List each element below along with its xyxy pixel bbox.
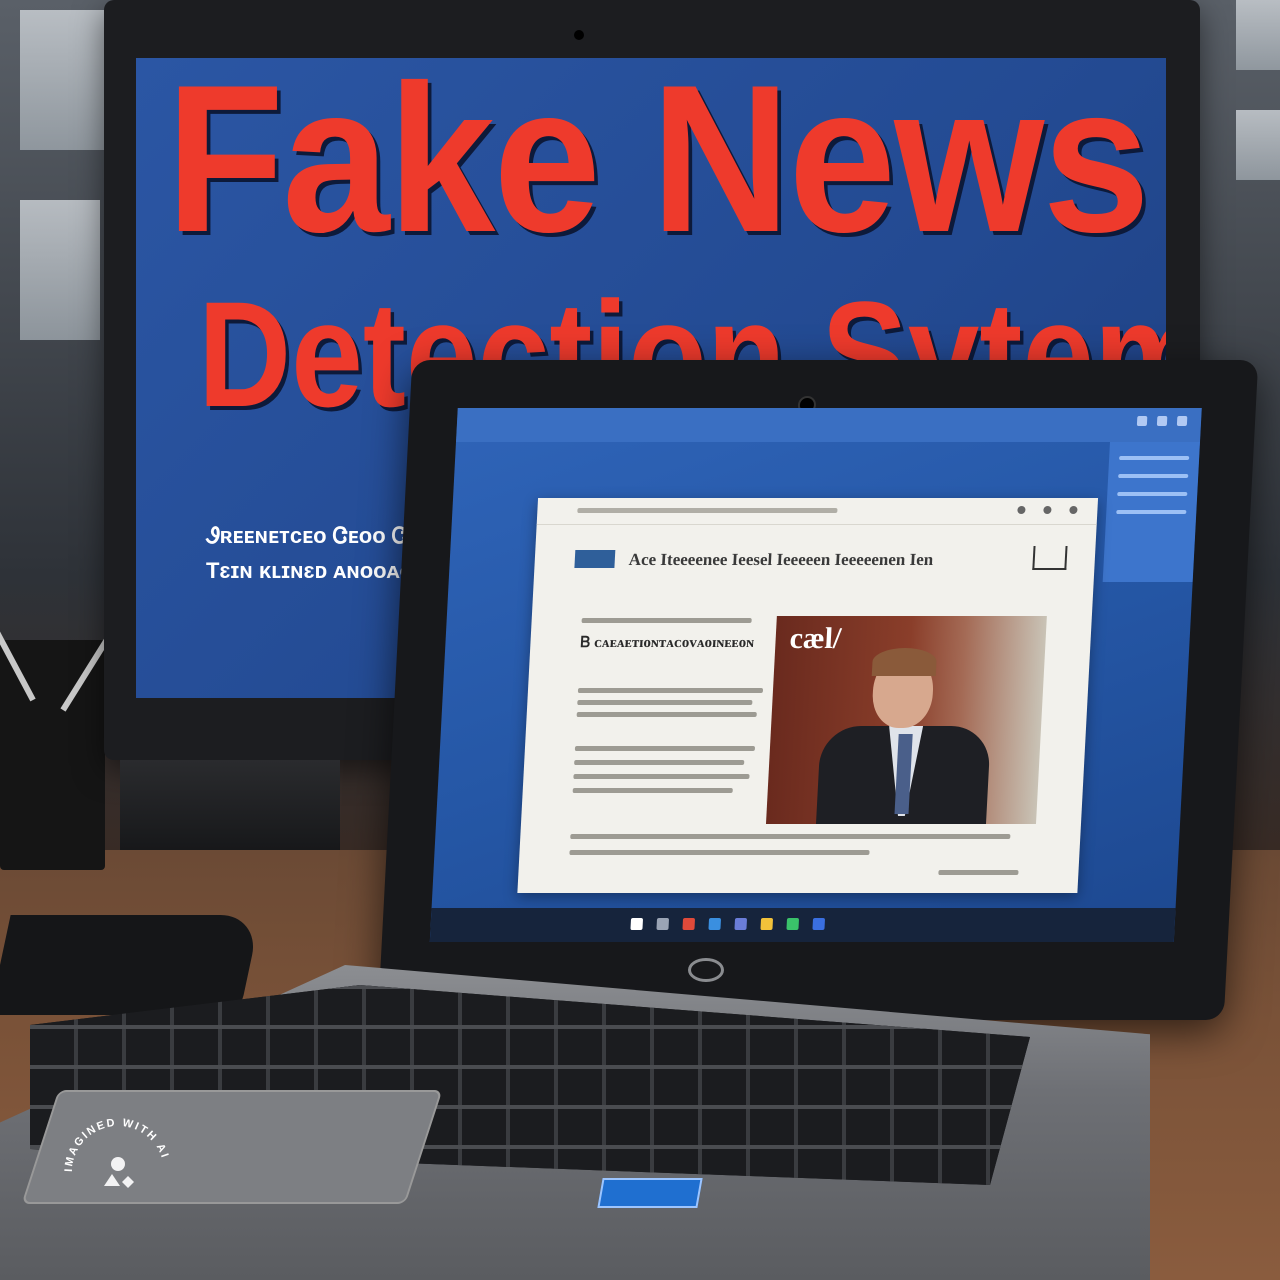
article-header [536,498,1099,525]
app-icon[interactable] [786,918,800,930]
app-icon[interactable] [734,918,748,930]
article-heading: Ace Iteeeenee Ieesel Ieeeeen Ieeeeenen I… [628,550,934,569]
app-icon[interactable] [708,918,722,930]
minimize-icon[interactable] [1136,416,1148,426]
laptop-screen: Ace Iteeeenee Ieesel Ieeeeen Ieeeeenen I… [429,408,1202,942]
laptop-lid: Ace Iteeeenee Ieesel Ieeeeen Ieeeeenen I… [377,360,1259,1020]
dot-icon[interactable] [1069,506,1078,514]
window-controls [1136,416,1188,426]
watermark-badge-icon: IMAGINED WITH AI [63,1117,169,1188]
pen-holder [0,592,130,870]
side-panel-item [1116,510,1187,514]
dot-icon[interactable] [1017,506,1026,514]
app-icon[interactable] [682,918,696,930]
pen [0,592,36,702]
text-line [577,688,764,693]
watermark: IMAGINED WITH AI [58,1112,178,1232]
window-pane [1236,0,1280,70]
text-line [576,712,757,717]
text-line [570,834,1011,839]
text-line [574,760,745,765]
app-icon[interactable] [812,918,826,930]
window-titlebar [455,408,1202,442]
photo-label: cæl/ [788,622,843,655]
text-line [573,774,750,779]
text-line [938,870,1019,875]
site-logo[interactable] [574,550,616,568]
news-photo[interactable]: cæl/ [765,616,1047,824]
side-panel [1102,442,1200,582]
side-panel-item [1118,474,1189,478]
start-icon[interactable] [630,918,644,930]
news-article-window: Ace Iteeeenee Ieesel Ieeeeen Ieeeeenen I… [517,498,1099,893]
monitor-subtitle: Ꮽʀᴇᴇɴᴇᴛᴄᴇᴏ Ꮳᴇᴏᴏ Ꮳᴇᴇ [206,523,429,548]
window-pane [1236,110,1280,180]
article-subhead: Ᏼ ᴄᴀᴇᴀᴇᴛɪᴏɴᴛᴀᴄᴏᴠᴀᴏɪɴᴇᴇᴏɴ [580,635,755,651]
text-line [572,788,733,793]
article-header-text [577,508,838,513]
dot-icon[interactable] [1043,506,1052,514]
close-icon[interactable] [1176,416,1188,426]
processor-sticker [597,1178,703,1208]
person-hair [871,648,938,676]
laptop-brand-logo [688,958,724,982]
monitor-stand [120,760,340,850]
text-line [581,618,752,623]
article-header-icons [1017,506,1078,514]
maximize-icon[interactable] [1156,416,1168,426]
window-pane [20,200,100,340]
taskbar-icons [630,918,826,930]
headline-fake-news: Fake News [166,58,1150,276]
expand-icon[interactable] [1032,546,1068,570]
taskbar [429,908,1176,942]
app-icon[interactable] [760,918,774,930]
text-line [569,850,870,855]
app-icon[interactable] [656,918,670,930]
mouse-pad [0,915,261,1015]
side-panel-item [1117,492,1188,496]
text-line [574,746,756,751]
side-panel-item [1119,456,1190,460]
camera-icon [574,30,584,40]
text-line [577,700,753,705]
photo-scene: Fake News Detection Sytem Ꮽʀᴇᴇɴᴇᴛᴄᴇᴏ Ꮳᴇᴏ… [0,0,1280,1280]
